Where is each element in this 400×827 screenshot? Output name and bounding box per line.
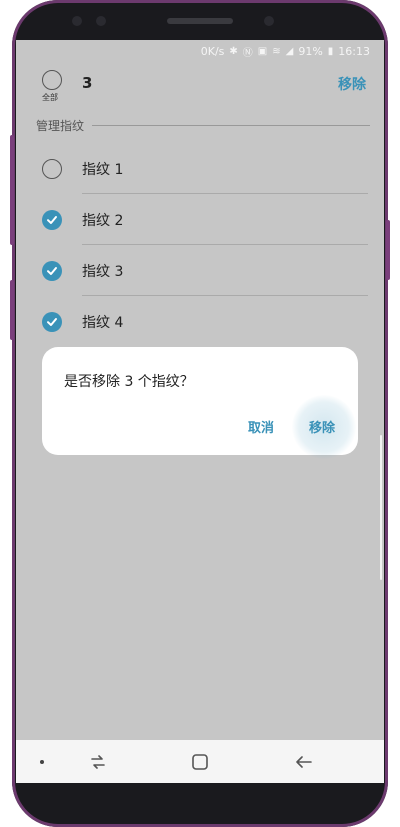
- battery-icon: ▮: [327, 45, 334, 57]
- clock: 16:13: [338, 44, 370, 58]
- fingerprint-label: 指纹 2: [82, 213, 124, 229]
- cancel-button[interactable]: 取消: [248, 417, 274, 436]
- fingerprint-label: 指纹 3: [82, 264, 124, 280]
- wifi-icon: ≋: [272, 45, 281, 57]
- recent-apps-icon[interactable]: [86, 750, 110, 774]
- unchecked-circle-icon[interactable]: [42, 159, 62, 179]
- volume-button: [10, 135, 14, 245]
- checkmark-icon[interactable]: [42, 261, 62, 281]
- back-icon[interactable]: [292, 750, 316, 774]
- phone-top-bezel: [12, 0, 388, 40]
- unchecked-circle-icon: [42, 70, 62, 90]
- network-speed: 0K/s: [200, 44, 225, 58]
- select-all-label: 全部: [42, 93, 58, 102]
- signal-icon: ◢: [285, 45, 294, 57]
- bixby-button: [10, 280, 14, 340]
- front-camera-icon: [264, 16, 274, 26]
- section-title: 管理指纹: [36, 118, 85, 133]
- dialog-message: 是否移除 3 个指纹？: [64, 374, 194, 390]
- power-button: [386, 220, 390, 280]
- bluetooth-icon: ✱: [229, 45, 238, 57]
- checkmark-icon[interactable]: [42, 312, 62, 332]
- fingerprint-list: 指纹 1 指纹 2 指纹 3 指纹 4: [16, 143, 384, 347]
- remove-confirm-dialog: 是否移除 3 个指纹？ 取消 移除: [42, 347, 358, 459]
- confirm-remove-button[interactable]: 移除: [309, 417, 335, 436]
- screen: 0K/s ✱ Ⓝ ▣ ≋ ◢ 91% ▮ 16:13 全部 3 移除 管理指纹 …: [16, 40, 384, 783]
- earpiece-speaker: [167, 18, 233, 24]
- nfc-icon: Ⓝ: [242, 47, 253, 59]
- checkmark-icon[interactable]: [42, 210, 62, 230]
- sensor-icon: [96, 16, 106, 26]
- scrollbar[interactable]: [380, 435, 382, 580]
- selection-header: 全部 3 移除: [16, 64, 384, 114]
- select-all-checkbox[interactable]: 全部: [40, 70, 64, 103]
- fingerprint-label: 指纹 4: [82, 315, 124, 331]
- remove-button[interactable]: 移除: [338, 74, 366, 94]
- fingerprint-label: 指纹 1: [82, 162, 124, 178]
- list-item[interactable]: 指纹 1: [16, 143, 384, 194]
- list-item[interactable]: 指纹 4: [16, 296, 384, 347]
- sensor-icon: [72, 16, 82, 26]
- navigation-bar: [16, 740, 384, 783]
- selected-count: 3: [82, 74, 93, 92]
- list-item[interactable]: 指纹 2: [16, 194, 384, 245]
- nav-dot-icon: [40, 760, 44, 764]
- section-header: 管理指纹: [36, 116, 370, 134]
- home-icon[interactable]: [188, 750, 212, 774]
- status-bar: 0K/s ✱ Ⓝ ▣ ≋ ◢ 91% ▮ 16:13: [16, 40, 384, 62]
- section-divider: [92, 124, 370, 126]
- vibrate-icon: ▣: [257, 45, 268, 57]
- list-item[interactable]: 指纹 3: [16, 245, 384, 296]
- battery-percent: 91%: [298, 44, 323, 58]
